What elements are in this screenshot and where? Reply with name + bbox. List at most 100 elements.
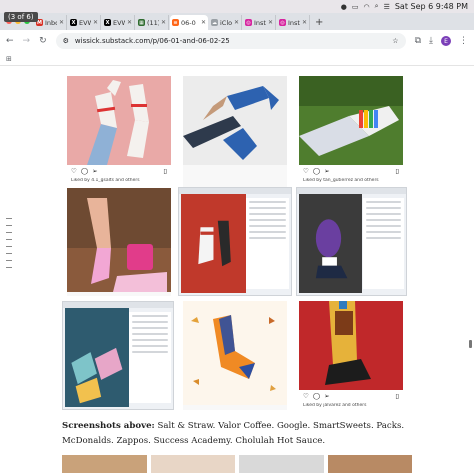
tab-title: EVW (113, 18, 125, 27)
instagram-screenshot (62, 301, 174, 410)
tab-title: 06-0 (181, 18, 196, 27)
tile-socks-cholulah[interactable]: ♡ ◯ ➢ ▯ Liked by jalvarez and others (299, 301, 403, 413)
socks-photo (299, 76, 403, 165)
x-icon: X (104, 19, 111, 26)
image-counter: (3 of 6) (4, 12, 38, 22)
like-heart-icon[interactable]: ♡ (303, 167, 309, 175)
menubar-clock[interactable]: Sat Sep 6 9:48 PM (395, 2, 468, 11)
tile-socks-success-academy[interactable] (183, 301, 287, 410)
share-send-icon[interactable]: ➢ (324, 167, 329, 175)
tile-socks-mcdonalds[interactable] (296, 187, 407, 296)
close-tab-icon[interactable]: ✕ (93, 19, 98, 26)
bookmark-star-icon[interactable]: ☆ (392, 37, 398, 45)
tile-socks-salt-straw[interactable]: ♡ ◯ ➢ ▯ Liked by 4.1_gsalts and others (67, 76, 171, 188)
close-tab-icon[interactable]: ✕ (201, 19, 206, 26)
tile-socks-packs[interactable] (178, 187, 292, 296)
liked-by-text: Liked by 4.1_gsalts and others (71, 178, 140, 183)
instagram-icon: ◎ (245, 19, 252, 26)
tab-search-icon[interactable]: ⧉ (415, 36, 421, 46)
site-info-icon[interactable]: ⚙ (63, 37, 69, 45)
browser-tab[interactable]: XEVW✕ (102, 15, 135, 30)
save-bookmark-icon[interactable]: ▯ (395, 167, 399, 175)
x-icon: X (70, 19, 77, 26)
next-image-strip (62, 455, 412, 473)
browser-tab[interactable]: ◎Insta✕ (277, 15, 310, 30)
app-icon: ▦ (138, 19, 145, 26)
comment-icon[interactable]: ◯ (81, 167, 88, 175)
browser-window: (3 of 6) ● ▭ ◠ ⌕ ☰ Sat Sep 6 9:48 PM M In… (0, 0, 474, 473)
like-heart-icon[interactable]: ♡ (71, 167, 77, 175)
save-bookmark-icon[interactable]: ▯ (395, 392, 399, 400)
share-send-icon[interactable]: ➢ (324, 392, 329, 400)
save-bookmark-icon[interactable]: ▯ (163, 167, 167, 175)
socks-photo (67, 76, 171, 165)
browser-tab[interactable]: ▦(11) L✕ (136, 15, 169, 30)
socks-photo (183, 301, 287, 405)
url-text[interactable]: wissick.substack.com/p/06-01-and-06-02-2… (75, 37, 386, 45)
close-tab-icon[interactable]: ✕ (302, 19, 307, 26)
like-heart-icon[interactable]: ♡ (303, 392, 309, 400)
comment-icon[interactable]: ◯ (313, 392, 320, 400)
back-arrow-icon[interactable]: ← (6, 36, 14, 46)
search-icon[interactable]: ⌕ (375, 2, 379, 11)
scroll-marker[interactable] (469, 340, 472, 348)
tab-strip: MInbox✕XEVW✕XEVW✕▦(11) L✕≡06-0✕☁iClou✕◎I… (0, 13, 474, 30)
close-tab-icon[interactable]: ✕ (127, 19, 132, 26)
instagram-icon: ◎ (279, 19, 286, 26)
address-bar[interactable]: ⚙ wissick.substack.com/p/06-01-and-06-02… (55, 33, 406, 49)
reload-icon[interactable]: ↻ (39, 36, 47, 46)
tile-socks-zappos[interactable] (62, 301, 174, 410)
tab-title: Inbox (45, 18, 57, 27)
tab-title: iClou (220, 18, 232, 27)
substack-icon: ≡ (172, 19, 179, 26)
tab-list: MInbox✕XEVW✕XEVW✕▦(11) L✕≡06-0✕☁iClou✕◎I… (34, 13, 311, 30)
wifi-icon[interactable]: ◠ (364, 3, 370, 11)
post-actions: ♡ ◯ ➢ ▯ Liked by 4.1_gsalts and others (67, 165, 171, 188)
share-send-icon[interactable]: ➢ (92, 167, 97, 175)
tile-socks-smartsweets[interactable] (67, 188, 171, 296)
close-tab-icon[interactable]: ✕ (268, 19, 273, 26)
image-caption: Screenshots above: Salt & Straw. Valor C… (62, 419, 412, 449)
tab-title: Insta (288, 18, 300, 27)
menu-kebab-icon[interactable]: ⋮ (459, 36, 468, 46)
post-actions: ♡ ◯ ➢ ▯ Liked by tan_gutierrez and other… (299, 165, 403, 188)
tab-title: (11) L (147, 18, 159, 27)
browser-tab[interactable]: MInbox✕ (34, 15, 67, 30)
liked-by-text: Liked by jalvarez and others (303, 403, 367, 408)
close-tab-icon[interactable]: ✕ (59, 19, 64, 26)
browser-tab[interactable]: XEVW✕ (68, 15, 101, 30)
preview-image[interactable] (239, 455, 324, 473)
socks-photo (299, 301, 403, 390)
icloud-icon: ☁ (211, 19, 218, 26)
downloads-icon[interactable]: ⤓ (429, 36, 433, 46)
preview-image[interactable] (62, 455, 147, 473)
post-actions: ♡ ◯ ➢ ▯ Liked by jalvarez and others (299, 390, 403, 413)
tab-title: Insta (254, 18, 266, 27)
close-tab-icon[interactable]: ✕ (234, 19, 239, 26)
screen-record-icon[interactable]: ● (341, 3, 347, 11)
apps-grid-icon[interactable]: ⊞ (6, 55, 12, 63)
forward-arrow-icon[interactable]: → (23, 36, 31, 46)
socks-photo (183, 76, 287, 165)
preview-image[interactable] (150, 455, 235, 473)
close-tab-icon[interactable]: ✕ (161, 19, 166, 26)
browser-toolbar: ← → ↻ ⚙ wissick.substack.com/p/06-01-and… (0, 30, 474, 52)
substack-post: ♡ ◯ ➢ ▯ Liked by 4.1_gsalts and others ♡… (0, 66, 474, 473)
tile-socks-google[interactable]: ♡ ◯ ➢ ▯ Liked by tan_gutierrez and other… (299, 76, 403, 188)
instagram-screenshot (178, 187, 292, 296)
comment-icon[interactable]: ◯ (313, 167, 320, 175)
browser-tab[interactable]: ≡ 06-0 ✕ (170, 15, 208, 30)
bookmarks-bar: ⊞ (0, 52, 474, 66)
tile-socks-valor-coffee[interactable] (183, 76, 287, 188)
instagram-screenshot (296, 187, 407, 296)
profile-avatar[interactable]: E (441, 36, 451, 46)
browser-tab[interactable]: ☁iClou✕ (209, 15, 242, 30)
tab-title: EVW (79, 18, 91, 27)
new-tab-button[interactable]: + (311, 15, 327, 30)
caption-lead: Screenshots above: (62, 421, 155, 431)
battery-icon[interactable]: ▭ (352, 3, 359, 11)
browser-tab[interactable]: ◎Insta✕ (243, 15, 276, 30)
control-center-icon[interactable]: ☰ (384, 3, 390, 11)
preview-image[interactable] (327, 455, 412, 473)
liked-by-text: Liked by tan_gutierrez and others (303, 178, 379, 183)
